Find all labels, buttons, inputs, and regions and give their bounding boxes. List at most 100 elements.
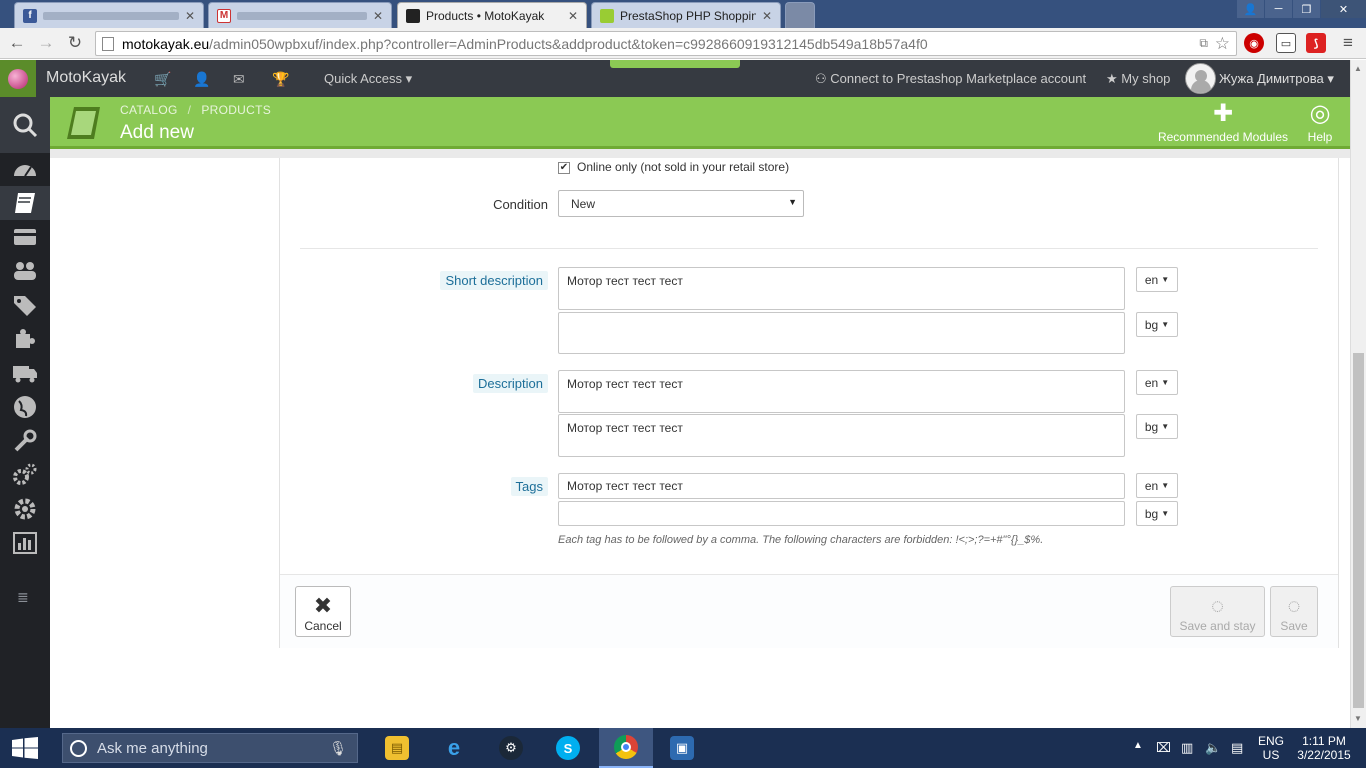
forward-arrow-icon[interactable]: → bbox=[36, 33, 56, 53]
avatar[interactable] bbox=[1185, 63, 1216, 94]
description-en-value: Мотор тест тест тест bbox=[567, 377, 683, 391]
pdf-extension-icon[interactable]: ⟆ bbox=[1306, 33, 1326, 53]
close-icon[interactable]: ✕ bbox=[185, 9, 195, 23]
short-description-en-lang-button[interactable]: en ▼ bbox=[1136, 267, 1178, 292]
save-button[interactable]: ◌ Save bbox=[1270, 586, 1318, 637]
envelope-icon[interactable]: ✉ bbox=[233, 71, 245, 88]
short-description-bg-lang-button[interactable]: bg ▼ bbox=[1136, 312, 1178, 337]
tags-en-lang-button[interactable]: en ▼ bbox=[1136, 473, 1178, 498]
breadcrumb-catalog[interactable]: CATALOG bbox=[120, 103, 178, 117]
short-description-en-field[interactable]: Мотор тест тест тест bbox=[558, 267, 1125, 310]
short-description-label: Short description bbox=[440, 271, 548, 290]
help-button[interactable]: ◎ Help bbox=[1302, 100, 1338, 144]
description-bg-field[interactable]: Мотор тест тест тест bbox=[558, 414, 1125, 457]
breadcrumb-products[interactable]: PRODUCTS bbox=[201, 103, 271, 117]
sidebar-item-customers[interactable] bbox=[0, 254, 50, 288]
description-bg-lang-button[interactable]: bg ▼ bbox=[1136, 414, 1178, 439]
taskbar-skype[interactable]: S bbox=[541, 728, 595, 768]
sidebar-item-orders[interactable] bbox=[0, 220, 50, 254]
shop-name[interactable]: MotoKayak bbox=[46, 69, 126, 87]
close-icon[interactable]: ✕ bbox=[373, 9, 383, 23]
sidebar-item-stats[interactable] bbox=[0, 526, 50, 560]
window-close-icon[interactable]: ✕ bbox=[1321, 0, 1366, 18]
tags-bg-lang-button[interactable]: bg ▼ bbox=[1136, 501, 1178, 526]
quick-access-dropdown[interactable]: Quick Access ▾ bbox=[324, 71, 412, 87]
clock-time: 1:11 PM bbox=[1302, 734, 1346, 748]
user-icon[interactable]: 👤 bbox=[1237, 0, 1264, 18]
language-indicator[interactable]: ENG US bbox=[1258, 734, 1284, 762]
sidebar-item-price-rules[interactable] bbox=[0, 288, 50, 322]
condition-select[interactable]: New bbox=[558, 190, 804, 217]
description-en-field[interactable]: Мотор тест тест тест bbox=[558, 370, 1125, 413]
cortana-search-box[interactable]: Ask me anything 🎙 bbox=[62, 733, 358, 763]
tray-network-icon[interactable]: ▥ bbox=[1181, 740, 1193, 756]
address-bar[interactable]: motokayak.eu/admin050wpbxuf/index.php?co… bbox=[95, 31, 1237, 56]
close-icon[interactable]: ✕ bbox=[568, 9, 578, 23]
back-arrow-icon[interactable]: ← bbox=[7, 33, 27, 53]
online-only-checkbox[interactable]: ✔ bbox=[558, 162, 570, 174]
taskbar-network-app[interactable]: ▣ bbox=[655, 728, 709, 768]
connect-marketplace-link[interactable]: ⚇ Connect to Prestashop Marketplace acco… bbox=[815, 71, 1086, 87]
page-scrollbar[interactable]: ▲ ▼ bbox=[1350, 60, 1366, 728]
restore-icon[interactable]: ❐ bbox=[1293, 0, 1320, 18]
sidebar-item-preferences[interactable] bbox=[0, 424, 50, 458]
close-icon[interactable]: ✕ bbox=[762, 9, 772, 23]
sidebar-item-localization[interactable] bbox=[0, 390, 50, 424]
scrollbar-thumb[interactable] bbox=[1353, 353, 1364, 708]
description-en-lang-button[interactable]: en ▼ bbox=[1136, 370, 1178, 395]
page-title: Add new bbox=[120, 122, 194, 143]
prestashop-logo-icon[interactable] bbox=[0, 60, 36, 97]
tray-input-icon[interactable]: ⌧ bbox=[1156, 740, 1171, 756]
tray-volume-icon[interactable]: 🔈 bbox=[1205, 740, 1221, 756]
localization-icon bbox=[14, 396, 36, 418]
user-menu-dropdown[interactable]: Жужа Димитрова ▾ bbox=[1219, 71, 1334, 87]
browser-tab-facebook[interactable]: f ✕ bbox=[14, 2, 204, 28]
sidebar-item-administration[interactable] bbox=[0, 492, 50, 526]
tags-en-field[interactable]: Мотор тест тест тест bbox=[558, 473, 1125, 499]
sidebar-item-dashboard[interactable] bbox=[0, 153, 50, 187]
microphone-icon[interactable]: 🎙 bbox=[329, 740, 347, 757]
cast-extension-icon[interactable]: ▭ bbox=[1276, 33, 1296, 53]
minimize-icon[interactable]: ─ bbox=[1265, 0, 1292, 18]
windows-start-icon[interactable] bbox=[12, 737, 38, 759]
sidebar-item-modules[interactable] bbox=[0, 322, 50, 356]
my-shop-link[interactable]: ★ My shop bbox=[1106, 71, 1170, 87]
caret-down-icon: ▼ bbox=[1161, 422, 1170, 431]
lang-label: en bbox=[1144, 272, 1159, 287]
cart-icon[interactable]: 🛒 bbox=[154, 71, 171, 88]
scroll-down-icon[interactable]: ▼ bbox=[1354, 714, 1362, 723]
browser-tab-prestashop[interactable]: PrestaShop PHP Shopping ✕ bbox=[591, 2, 781, 28]
taskbar-internet-explorer[interactable]: e bbox=[427, 728, 481, 768]
browser-tab-gmail[interactable]: M ✕ bbox=[208, 2, 392, 28]
reload-icon[interactable]: ↻ bbox=[65, 33, 85, 53]
customer-icon[interactable]: 👤 bbox=[193, 71, 210, 88]
sidebar-search-button[interactable] bbox=[0, 97, 50, 153]
save-and-stay-button[interactable]: ◌ Save and stay bbox=[1170, 586, 1265, 637]
tags-bg-field[interactable] bbox=[558, 501, 1125, 526]
browser-tab-products[interactable]: Products • MotoKayak ✕ bbox=[397, 2, 587, 29]
short-description-bg-field[interactable] bbox=[558, 312, 1125, 354]
recommended-modules-button[interactable]: ✚ Recommended Modules bbox=[1156, 100, 1290, 144]
sidebar-item-shipping[interactable] bbox=[0, 356, 50, 390]
taskbar-clock[interactable]: 1:11 PM 3/22/2015 bbox=[1296, 734, 1352, 762]
translate-icon[interactable]: ⧉ bbox=[1199, 36, 1208, 51]
clock-date: 3/22/2015 bbox=[1297, 748, 1351, 762]
bookmark-star-icon[interactable]: ☆ bbox=[1215, 34, 1230, 54]
cancel-button[interactable]: ✖ Cancel bbox=[295, 586, 351, 637]
sidebar-collapse-icon[interactable]: ≣ bbox=[17, 589, 32, 606]
scroll-up-icon[interactable]: ▲ bbox=[1354, 64, 1362, 73]
windows-taskbar: Ask me anything 🎙 ▤ e ⚙ S ▣ ▲ ⌧ ▥ 🔈 ▤ EN… bbox=[0, 728, 1366, 768]
tray-notifications-icon[interactable]: ▤ bbox=[1231, 740, 1243, 756]
my-shop-label: My shop bbox=[1121, 71, 1171, 86]
tray-chevron-up-icon[interactable]: ▲ bbox=[1133, 740, 1143, 751]
adblock-extension-icon[interactable]: ◉ bbox=[1244, 33, 1264, 53]
taskbar-file-explorer[interactable]: ▤ bbox=[370, 728, 424, 768]
trophy-icon[interactable]: 🏆 bbox=[272, 71, 289, 88]
taskbar-steam[interactable]: ⚙ bbox=[484, 728, 538, 768]
sidebar-item-advanced-parameters[interactable] bbox=[0, 458, 50, 492]
prestashop-icon bbox=[406, 9, 420, 23]
chrome-menu-icon[interactable]: ≡ bbox=[1338, 33, 1358, 53]
sidebar-item-catalog[interactable] bbox=[0, 186, 50, 220]
taskbar-chrome[interactable] bbox=[599, 728, 653, 768]
new-tab-button[interactable] bbox=[785, 2, 815, 28]
